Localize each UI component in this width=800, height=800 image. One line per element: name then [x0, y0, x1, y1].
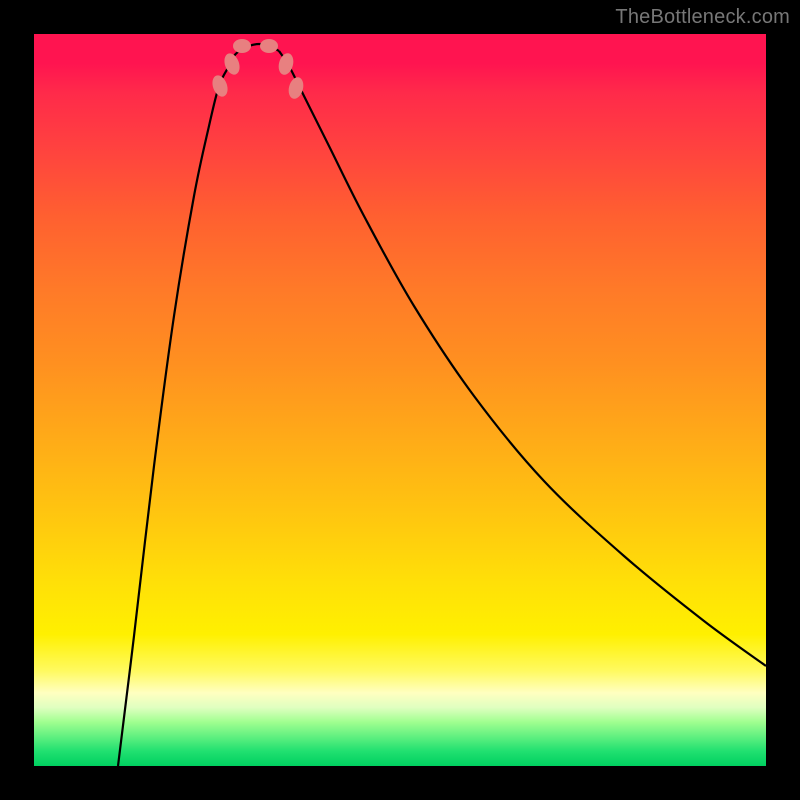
valley-marker: [233, 39, 251, 53]
valley-marker: [210, 73, 231, 98]
curve-left-branch: [118, 51, 239, 766]
plot-area: [34, 34, 766, 766]
curve-svg: [34, 34, 766, 766]
curve-right-branch: [279, 51, 766, 666]
valley-marker: [286, 76, 305, 101]
watermark-text: TheBottleneck.com: [615, 6, 790, 29]
chart-container: TheBottleneck.com: [0, 0, 800, 800]
curve-group: [118, 44, 766, 766]
valley-marker: [260, 39, 278, 53]
